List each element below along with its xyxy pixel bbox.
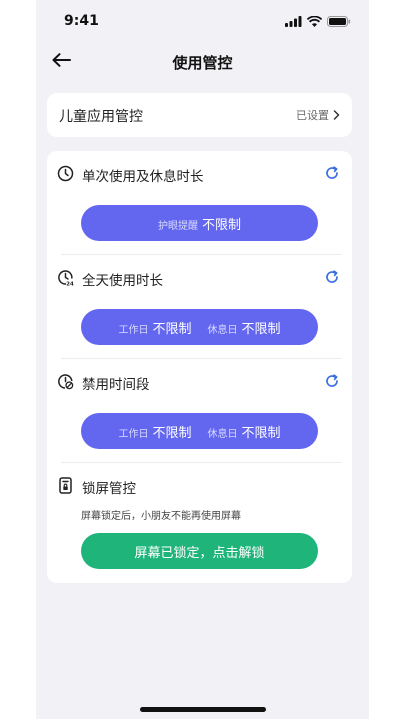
daily-usage-section: 24h 全天使用时长 工作日 不限制 休息日 不限制 <box>47 255 352 359</box>
status-icons <box>285 14 351 28</box>
screen-lock-description: 屏幕锁定后，小朋友不能再使用屏幕 <box>81 511 241 522</box>
kids-app-control-row[interactable]: 儿童应用管控 已设置 <box>47 93 352 137</box>
page-title: 使用管控 <box>172 54 233 72</box>
eye-reminder-button[interactable]: 护眼提醒 不限制 <box>81 205 318 241</box>
workday-label: 工作日 <box>118 428 149 440</box>
home-indicator <box>140 707 266 712</box>
phone-screen: 9:41 使用管控 儿童应用管控 已设置 单次使用及休息时长 护眼提醒 不限制 … <box>36 0 369 719</box>
single-session-section: 单次使用及休息时长 护眼提醒 不限制 <box>47 151 352 255</box>
refresh-icon[interactable] <box>324 373 340 389</box>
nav-bar: 使用管控 <box>36 44 369 78</box>
banned-period-title: 禁用时间段 <box>82 377 150 393</box>
phone-lock-icon <box>59 477 72 494</box>
eye-reminder-value: 不限制 <box>201 217 241 233</box>
eye-reminder-label: 护眼提醒 <box>157 220 198 232</box>
banned-workday-group: 工作日 不限制 <box>118 422 191 441</box>
clock-24h-icon: 24h <box>58 270 74 286</box>
daily-restday-group: 休息日 不限制 <box>208 318 281 337</box>
workday-value: 不限制 <box>152 425 192 441</box>
restday-value: 不限制 <box>241 321 281 337</box>
restday-label: 休息日 <box>207 428 238 440</box>
battery-icon <box>327 15 351 27</box>
daily-workday-group: 工作日 不限制 <box>118 318 191 337</box>
kids-app-status-text: 已设置 <box>296 109 329 122</box>
status-bar: 9:41 <box>36 0 369 44</box>
workday-value: 不限制 <box>152 321 192 337</box>
refresh-icon[interactable] <box>324 165 340 181</box>
eye-reminder-group: 护眼提醒 不限制 <box>158 214 241 233</box>
refresh-icon[interactable] <box>324 269 340 285</box>
single-session-title: 单次使用及休息时长 <box>82 169 204 185</box>
signal-icon <box>285 15 302 27</box>
daily-usage-button[interactable]: 工作日 不限制 休息日 不限制 <box>81 309 318 345</box>
banned-period-button[interactable]: 工作日 不限制 休息日 不限制 <box>81 413 318 449</box>
clock-ban-icon <box>58 374 74 390</box>
kids-app-control-title: 儿童应用管控 <box>59 109 143 125</box>
restday-value: 不限制 <box>241 425 281 441</box>
restday-label: 休息日 <box>207 324 238 336</box>
chevron-right-icon <box>333 110 340 120</box>
banned-period-section: 禁用时间段 工作日 不限制 休息日 不限制 <box>47 359 352 463</box>
screen-lock-section: 锁屏管控 屏幕锁定后，小朋友不能再使用屏幕 屏幕已锁定，点击解锁 <box>47 463 352 583</box>
controls-card: 单次使用及休息时长 护眼提醒 不限制 24h 全天使用时长 <box>47 151 352 583</box>
workday-label: 工作日 <box>118 324 149 336</box>
clock-icon <box>57 165 74 182</box>
status-time: 9:41 <box>64 13 99 29</box>
wifi-icon <box>307 15 322 27</box>
kids-app-control-status: 已设置 <box>296 107 340 123</box>
daily-usage-title: 全天使用时长 <box>82 273 163 289</box>
screen-lock-title: 锁屏管控 <box>82 481 136 497</box>
svg-text:24h: 24h <box>66 282 74 286</box>
banned-restday-group: 休息日 不限制 <box>208 422 281 441</box>
unlock-screen-button[interactable]: 屏幕已锁定，点击解锁 <box>81 533 318 569</box>
